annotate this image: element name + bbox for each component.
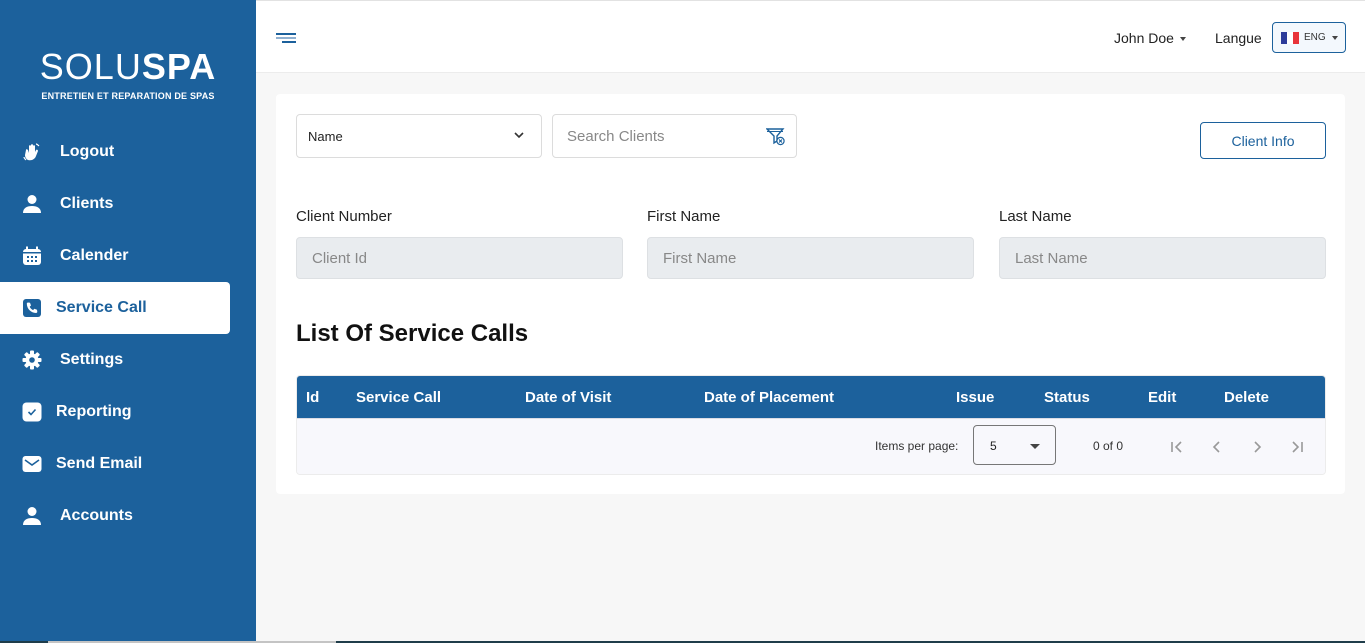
column-header-delete[interactable]: Delete — [1224, 389, 1269, 406]
language-code: ENG — [1304, 32, 1326, 43]
column-header-status[interactable]: Status — [1044, 389, 1090, 406]
last-page-icon[interactable] — [1287, 437, 1307, 457]
sidebar-item-calender[interactable]: Calender — [0, 230, 256, 282]
sidebar-item-logout[interactable]: Logout — [0, 126, 256, 178]
last-name-label: Last Name — [999, 208, 1072, 225]
chevron-down-icon — [513, 129, 525, 144]
first-page-icon[interactable] — [1167, 437, 1187, 457]
column-header-service-call[interactable]: Service Call — [356, 389, 441, 406]
phone-icon — [22, 298, 42, 318]
sidebar-item-accounts[interactable]: Accounts — [0, 490, 256, 542]
first-name-field: First Name — [647, 208, 974, 279]
sidebar-item-service-call[interactable]: Service Call — [0, 282, 230, 334]
sidebar-item-label: Reporting — [56, 403, 132, 420]
previous-page-icon[interactable] — [1207, 437, 1227, 457]
france-flag-icon — [1281, 31, 1299, 44]
calendar-icon — [22, 246, 42, 266]
column-header-id[interactable]: Id — [306, 389, 319, 406]
client-number-field: Client Number — [296, 208, 623, 279]
user-icon — [22, 194, 42, 214]
search-field-select-value: Name — [308, 128, 343, 144]
column-header-date-of-placement[interactable]: Date of Placement — [704, 389, 834, 406]
column-header-issue[interactable]: Issue — [956, 389, 994, 406]
sidebar-nav: Logout Clients Calender Service Call Set… — [0, 126, 256, 542]
first-name-label: First Name — [647, 208, 721, 225]
sidebar-item-label: Logout — [60, 143, 115, 160]
sidebar-item-label: Send Email — [56, 455, 143, 472]
service-calls-table: Id Service Call Date of Visit Date of Pl… — [296, 375, 1326, 475]
user-name: John Doe — [1114, 30, 1174, 46]
search-field-select[interactable]: Name — [296, 114, 542, 158]
sidebar-item-settings[interactable]: Settings — [0, 334, 256, 386]
client-id-input[interactable] — [296, 237, 623, 279]
service-call-panel: Name Client Info Client Number First Nam… — [276, 94, 1345, 494]
last-name-input[interactable] — [999, 237, 1326, 279]
page-range-label: 0 of 0 — [1093, 439, 1124, 453]
gear-icon — [22, 350, 42, 370]
paginator: Items per page: 5 0 of 0 — [297, 418, 1325, 474]
caret-down-icon — [1179, 37, 1186, 42]
table-header: Id Service Call Date of Visit Date of Pl… — [297, 376, 1325, 418]
sidebar-item-label: Service Call — [56, 299, 147, 316]
column-header-date-of-visit[interactable]: Date of Visit — [525, 389, 611, 406]
sidebar-item-clients[interactable]: Clients — [0, 178, 256, 230]
items-per-page-value: 5 — [990, 439, 997, 453]
menu-toggle-icon[interactable] — [276, 32, 296, 44]
sidebar-item-label: Settings — [60, 351, 124, 368]
column-header-edit[interactable]: Edit — [1148, 389, 1176, 406]
sidebar-item-label: Calender — [60, 247, 129, 264]
user-icon — [22, 506, 42, 526]
next-page-icon[interactable] — [1247, 437, 1267, 457]
sidebar-item-send-email[interactable]: Send Email — [0, 438, 256, 490]
client-number-label: Client Number — [296, 208, 392, 225]
sidebar-item-label: Accounts — [60, 507, 133, 524]
top-bar: John Doe Langue ENG — [256, 0, 1365, 73]
last-name-field: Last Name — [999, 208, 1326, 279]
envelope-icon — [22, 454, 42, 474]
dropdown-arrow-icon — [1030, 444, 1040, 449]
check-square-icon — [22, 402, 42, 422]
first-name-input[interactable] — [647, 237, 974, 279]
items-per-page-select[interactable]: 5 — [973, 425, 1056, 465]
sidebar-item-label: Clients — [60, 195, 114, 212]
language-label: Langue — [1215, 30, 1262, 46]
search-clients-input[interactable] — [553, 115, 753, 157]
sidebar: SOLUSPA ENTRETIEN ET REPARATION DE SPAS … — [0, 0, 256, 643]
sidebar-item-reporting[interactable]: Reporting — [0, 386, 256, 438]
logo-tagline: ENTRETIEN ET REPARATION DE SPAS — [41, 91, 215, 101]
user-menu[interactable]: John Doe — [1114, 30, 1186, 46]
logo-bold-text: SPA — [141, 46, 217, 87]
service-calls-title: List Of Service Calls — [296, 320, 529, 347]
items-per-page-label: Items per page: — [875, 439, 959, 453]
logo-light-text: SOLU — [39, 46, 142, 87]
brand-logo: SOLUSPA ENTRETIEN ET REPARATION DE SPAS — [0, 47, 256, 102]
language-selector[interactable]: ENG — [1272, 22, 1346, 53]
waving-hand-icon — [22, 142, 42, 162]
search-clients-field — [552, 114, 797, 158]
clear-filter-icon[interactable] — [765, 128, 786, 151]
client-info-button[interactable]: Client Info — [1200, 122, 1326, 159]
logo-wordmark: SOLUSPA — [0, 47, 256, 87]
caret-down-icon — [1331, 35, 1338, 40]
